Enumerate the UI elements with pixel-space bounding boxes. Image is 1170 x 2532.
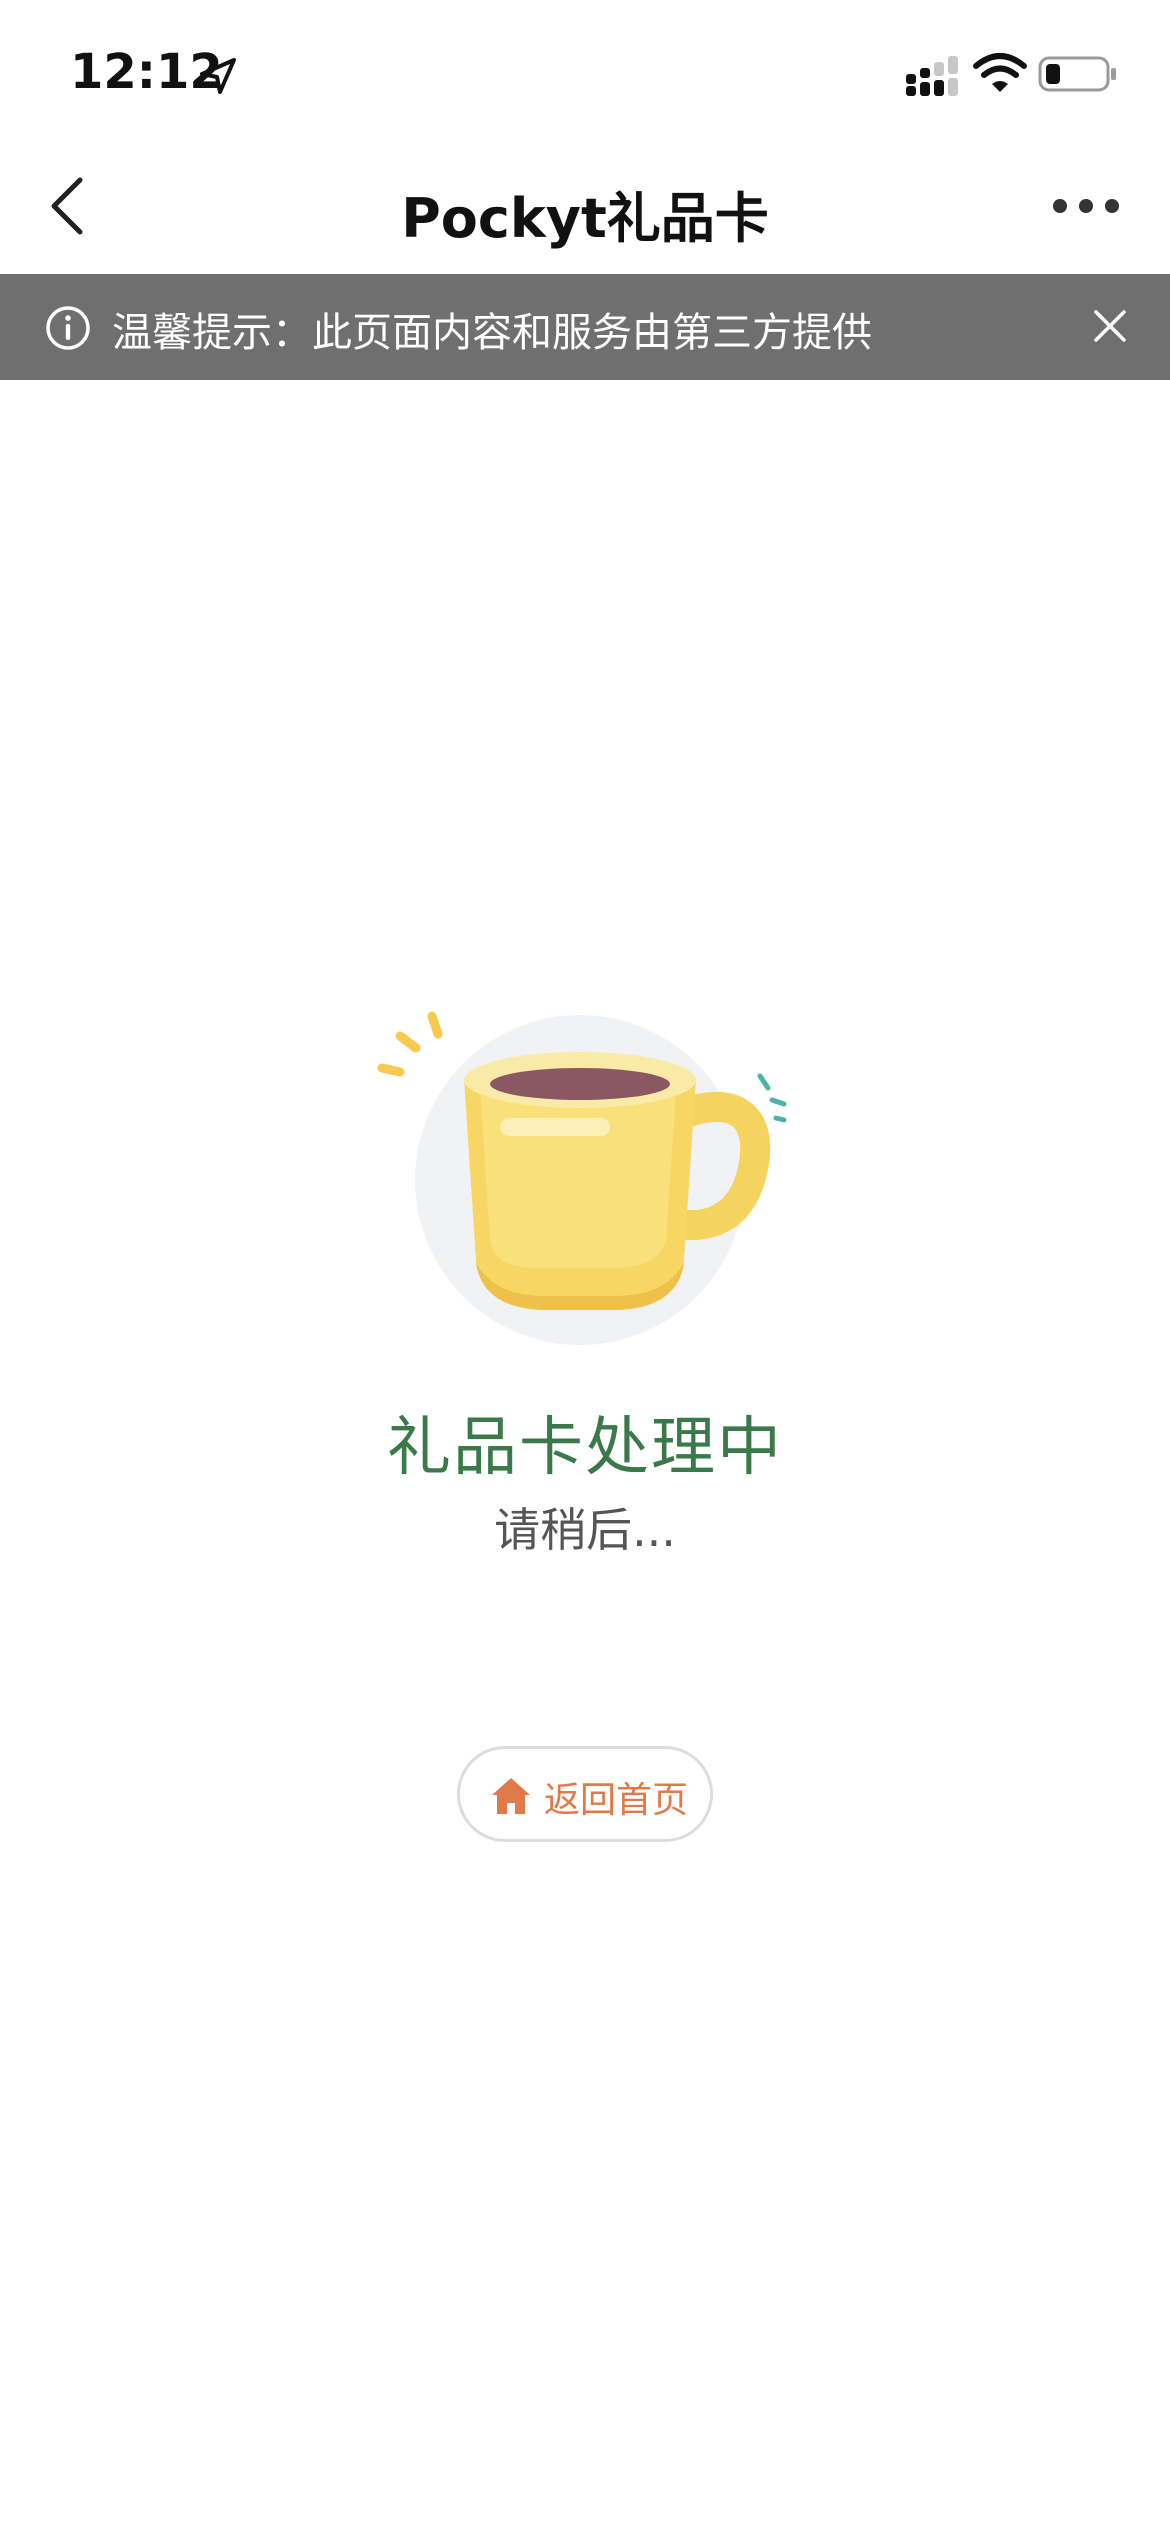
signal-icon [906,56,958,96]
more-button[interactable] [1048,186,1128,226]
status-bar: 12:12 [0,0,1170,140]
page-title: Pockyt礼品卡 [401,187,769,250]
location-arrow-icon [200,58,236,94]
status-subtitle: 请稍后... [494,1503,676,1557]
close-icon [1094,310,1126,342]
screen: 12:12 Pockyt礼品卡 温馨提示：此页面内容和服务由第三方提供 礼品卡处… [0,0,1170,2532]
back-home-button[interactable]: 返回首页 [457,1746,713,1842]
nav-bar: Pockyt礼品卡 [0,140,1170,274]
info-circle-icon [46,306,90,350]
wifi-icon [973,53,1027,92]
notice-close-button[interactable] [1088,304,1132,348]
more-dots-icon [1053,199,1119,213]
battery-icon [1038,56,1116,92]
status-title: 礼品卡处理中 [387,1411,783,1485]
home-icon [492,1778,530,1814]
back-home-label: 返回首页 [544,1780,689,1821]
notice-text: 温馨提示：此页面内容和服务由第三方提供 [112,310,872,356]
notice-banner: 温馨提示：此页面内容和服务由第三方提供 [0,274,1170,380]
coffee-cup-icon [377,1011,787,1345]
